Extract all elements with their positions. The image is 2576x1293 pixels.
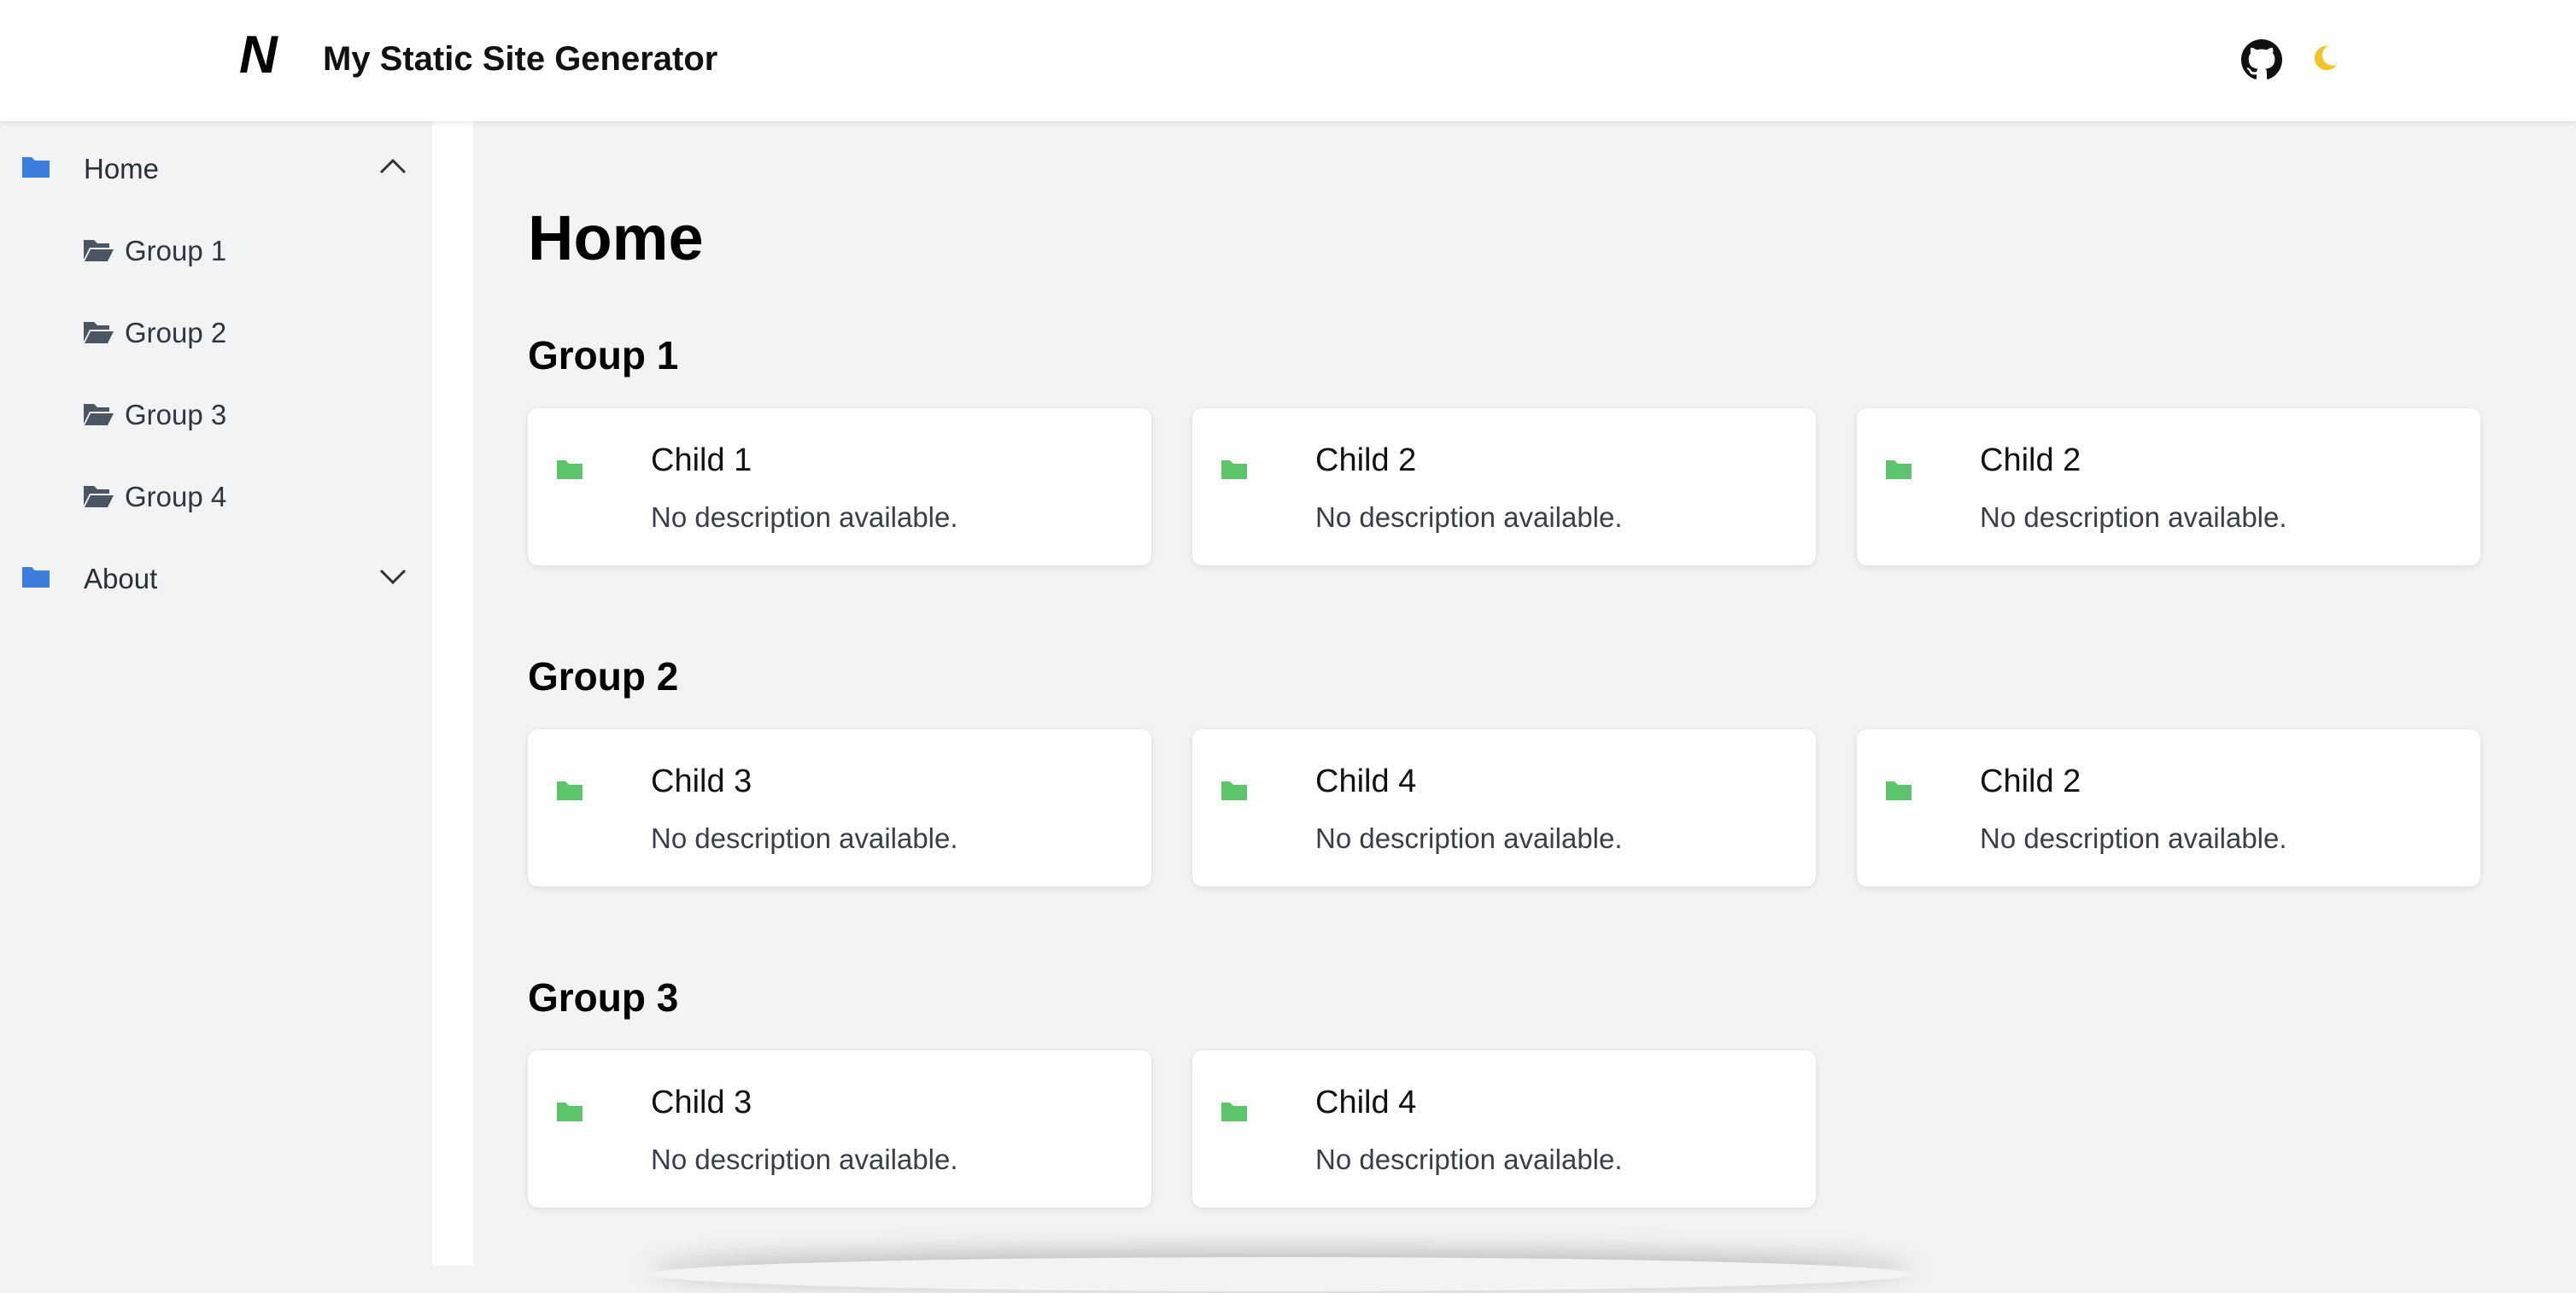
child-card[interactable]: Child 3 No description available. (528, 1050, 1151, 1208)
folder-icon (1886, 781, 1912, 800)
site-title[interactable]: My Static Site Generator (323, 38, 717, 80)
card-description: No description available. (1315, 1144, 1623, 1175)
folder-open-icon (84, 322, 114, 343)
folder-icon (1886, 460, 1912, 479)
page-title: Home (528, 202, 704, 273)
card-description: No description available. (1980, 822, 2287, 854)
card-title: Child 3 (651, 1085, 752, 1120)
folder-icon (1221, 1103, 1247, 1121)
card-title: Child 2 (1980, 764, 2081, 799)
sidebar-gutter (432, 121, 473, 1266)
card-title: Child 2 (1980, 442, 2081, 478)
sidebar: Home Group 1 Group 2 Group 3 Group 4 Abo… (0, 121, 432, 1266)
child-card[interactable]: Child 1 No description available. (528, 408, 1151, 565)
folder-icon (557, 781, 583, 800)
child-card[interactable]: Child 2 No description available. (1857, 408, 2480, 565)
group-title: Group 3 (528, 975, 679, 1020)
sidebar-item-home[interactable]: Home (0, 121, 432, 203)
sidebar-item-label: Group 2 (125, 317, 227, 348)
folder-icon (557, 1103, 583, 1121)
child-card[interactable]: Child 4 No description available. (1192, 729, 1816, 886)
sidebar-item-group-2[interactable]: Group 2 (0, 285, 432, 367)
card-description: No description available. (1315, 501, 1623, 533)
card-description: No description available. (651, 822, 958, 854)
sidebar-item-label: About (84, 563, 158, 594)
main-content: Home Group 1 Child 1 No description avai… (473, 149, 2537, 1293)
group-title: Group 1 (528, 333, 679, 377)
folder-icon (1221, 781, 1247, 800)
child-card[interactable]: Child 3 No description available. (528, 729, 1151, 886)
card-title: Child 3 (651, 764, 752, 799)
child-card[interactable]: Child 4 No description available. (1192, 1050, 1816, 1208)
site-logo[interactable]: N (239, 26, 278, 85)
card-description: No description available. (1315, 822, 1623, 854)
folder-icon (1221, 460, 1247, 479)
sidebar-item-label: Home (84, 153, 160, 184)
sidebar-item-group-1[interactable]: Group 1 (0, 203, 432, 285)
card-title: Child 2 (1315, 442, 1417, 478)
group-title: Group 2 (528, 654, 679, 699)
folder-open-icon (84, 404, 114, 425)
sidebar-item-group-4[interactable]: Group 4 (0, 449, 432, 531)
github-icon[interactable] (2241, 39, 2282, 80)
card-title: Child 4 (1315, 1085, 1417, 1120)
card-title: Child 1 (651, 442, 752, 478)
card-description: No description available. (651, 501, 958, 533)
chevron-down-icon[interactable] (378, 565, 408, 586)
top-header: N My Static Site Generator (0, 0, 2576, 121)
card-description: No description available. (1980, 501, 2287, 533)
sidebar-item-label: Group 3 (125, 399, 227, 430)
card-title: Child 4 (1315, 764, 1417, 799)
sidebar-item-about[interactable]: About (0, 531, 432, 613)
chevron-up-icon[interactable] (378, 155, 408, 176)
moon-icon[interactable] (2310, 43, 2340, 73)
folder-icon (22, 157, 50, 178)
folder-icon (557, 460, 583, 479)
sidebar-item-label: Group 4 (125, 481, 227, 512)
card-description: No description available. (651, 1144, 958, 1175)
folder-icon (22, 567, 50, 588)
child-card[interactable]: Child 2 No description available. (1192, 408, 1816, 565)
sidebar-item-label: Group 1 (125, 235, 227, 266)
folder-open-icon (84, 240, 114, 261)
bottom-shadow (649, 1257, 1913, 1291)
sidebar-item-group-3[interactable]: Group 3 (0, 367, 432, 449)
folder-open-icon (84, 486, 114, 507)
child-card[interactable]: Child 2 No description available. (1857, 729, 2480, 886)
